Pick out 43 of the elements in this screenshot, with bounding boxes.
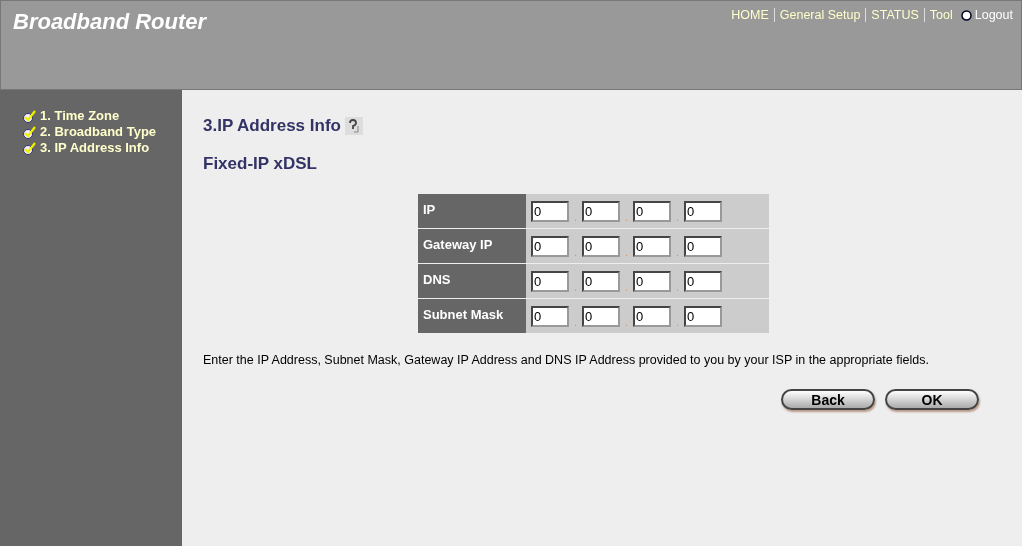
row-label: Subnet Mask xyxy=(418,299,526,333)
back-button[interactable]: Back xyxy=(781,389,875,410)
dot-separator: . xyxy=(572,316,579,330)
help-icon[interactable] xyxy=(344,117,363,135)
header-title: Broadband Router xyxy=(13,9,207,35)
step-link[interactable]: 2. Broadband Type xyxy=(40,124,157,140)
dot-separator: . xyxy=(623,281,630,295)
dot-separator: . xyxy=(623,316,630,330)
step-link[interactable]: 1. Time Zone xyxy=(40,108,120,124)
dot-separator: . xyxy=(674,246,681,260)
octet-field[interactable]: 0 xyxy=(531,200,569,222)
octet-field[interactable]: 0 xyxy=(582,200,620,222)
octet-field[interactable]: 0 xyxy=(582,235,620,257)
circle-icon xyxy=(960,9,972,21)
dot-separator: . xyxy=(674,281,681,295)
step-link[interactable]: 3. IP Address Info xyxy=(40,140,150,156)
dot-separator: . xyxy=(572,246,579,260)
octet-field[interactable]: 0 xyxy=(633,235,671,257)
octet-field[interactable]: 0 xyxy=(531,235,569,257)
ok-button[interactable]: OK xyxy=(885,389,979,410)
section-heading: Fixed-IP xDSL xyxy=(203,154,318,174)
row-label: DNS xyxy=(418,264,526,298)
row-label: Gateway IP xyxy=(418,229,526,263)
octet-field[interactable]: 0 xyxy=(531,305,569,327)
octet-field[interactable]: 0 xyxy=(582,270,620,292)
octet-field[interactable]: 0 xyxy=(633,200,671,222)
dot-separator: . xyxy=(674,211,681,225)
octet-field[interactable]: 0 xyxy=(633,305,671,327)
octet-field[interactable]: 0 xyxy=(582,305,620,327)
instruction-text: Enter the IP Address, Subnet Mask, Gateway IP Address and DNS IP Address provided to you by your ISP in the appropriate fields. xyxy=(203,353,930,367)
dot-separator: . xyxy=(623,246,630,260)
octet-field[interactable]: 0 xyxy=(531,270,569,292)
row-label: IP xyxy=(418,194,526,228)
octet-field[interactable]: 0 xyxy=(684,200,722,222)
dot-separator: . xyxy=(572,211,579,225)
dot-separator: . xyxy=(674,316,681,330)
dot-separator: . xyxy=(623,211,630,225)
octet-field[interactable]: 0 xyxy=(684,305,722,327)
dot-separator: . xyxy=(572,281,579,295)
page-heading: 3.IP Address Info xyxy=(203,116,341,136)
octet-field[interactable]: 0 xyxy=(684,235,722,257)
octet-field[interactable]: 0 xyxy=(684,270,722,292)
octet-field[interactable]: 0 xyxy=(633,270,671,292)
